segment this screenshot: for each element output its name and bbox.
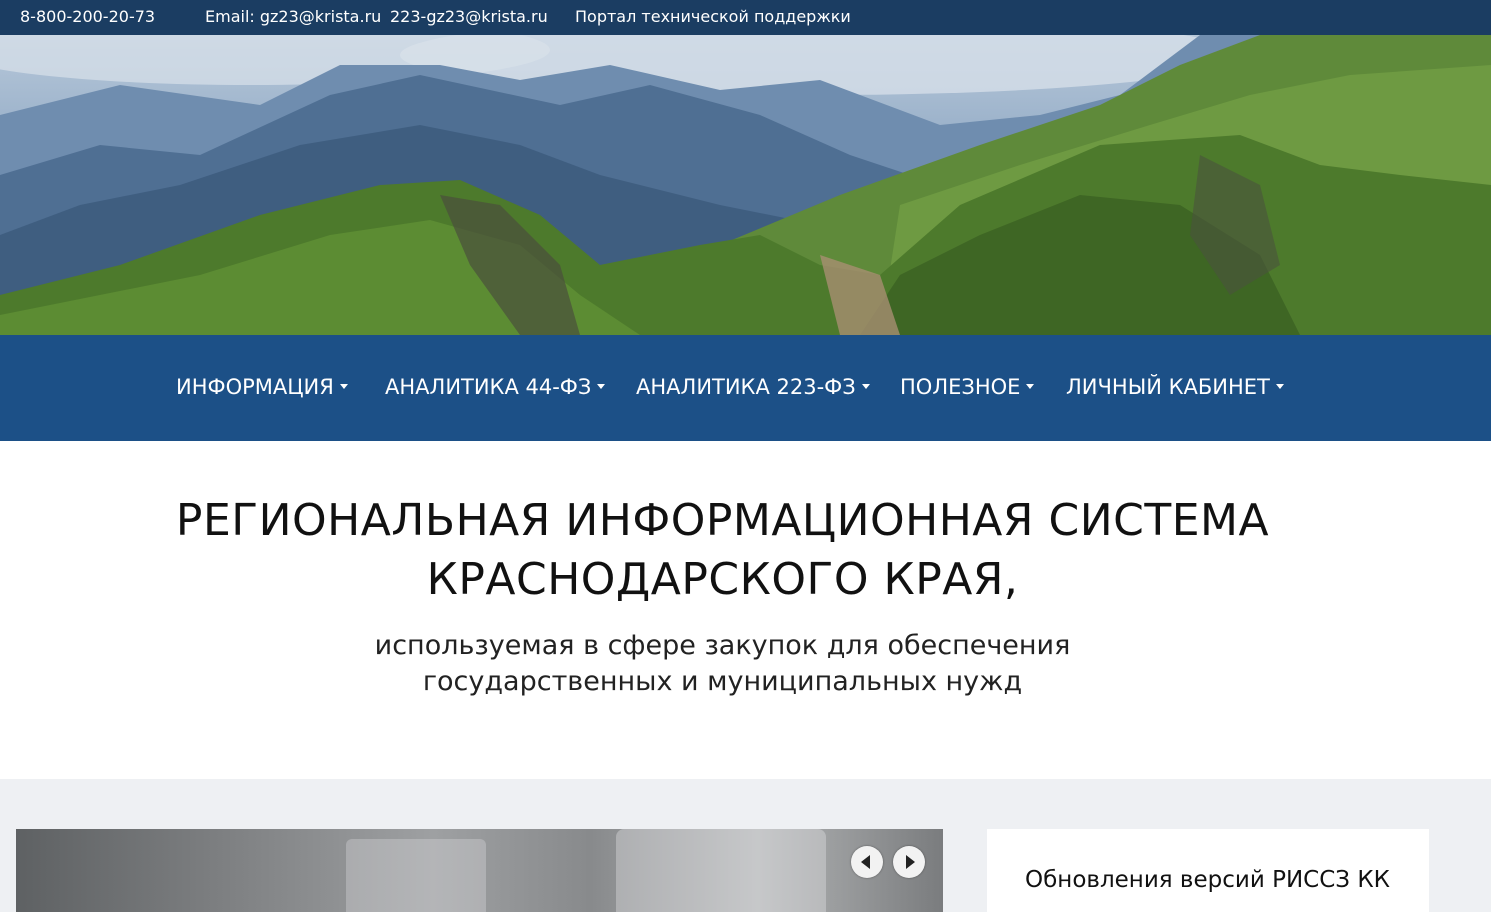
caret-down-icon [1275, 383, 1284, 389]
nav-personal-account-label: ЛИЧНЫЙ КАБИНЕТ [1066, 375, 1270, 399]
main-navigation: ИНФОРМАЦИЯ АНАЛИТИКА 44-ФЗ АНАЛИТИКА 223… [0, 335, 1491, 441]
top-contact-bar: 8-800-200-20-73 Email: gz23@krista.ru 22… [0, 0, 1491, 35]
nav-information-label: ИНФОРМАЦИЯ [176, 375, 334, 399]
caret-down-icon [1026, 383, 1035, 389]
page-title-line1: РЕГИОНАЛЬНАЯ ИНФОРМАЦИОННАЯ СИСТЕМА [175, 495, 1270, 546]
mountain-banner [0, 35, 1491, 335]
caret-down-icon [597, 383, 606, 389]
nav-analytics-223fz-label: АНАЛИТИКА 223-ФЗ [636, 375, 856, 399]
page-subtitle-line2: государственных и муниципальных нужд [422, 666, 1023, 697]
slider-prev-button[interactable] [851, 846, 883, 878]
email-secondary[interactable]: 223-gz23@krista.ru [390, 7, 548, 26]
support-portal-link[interactable]: Портал технической поддержки [575, 7, 851, 26]
slide-image-blur [616, 829, 826, 912]
nav-useful-label: ПОЛЕЗНОЕ [900, 375, 1021, 399]
mountain-landscape-image [0, 35, 1491, 335]
nav-information[interactable]: ИНФОРМАЦИЯ [176, 375, 348, 399]
chevron-left-icon [861, 855, 870, 869]
email-primary[interactable]: Email: gz23@krista.ru [205, 7, 381, 26]
nav-analytics-44fz[interactable]: АНАЛИТИКА 44-ФЗ [385, 375, 606, 399]
page-subtitle-line1: используемая в сфере закупок для обеспеч… [374, 630, 1071, 661]
caret-down-icon [339, 383, 348, 389]
caret-down-icon [861, 383, 870, 389]
chevron-right-icon [906, 855, 915, 869]
slide-image-blur [346, 839, 486, 912]
nav-analytics-223fz[interactable]: АНАЛИТИКА 223-ФЗ [636, 375, 870, 399]
page-title-line2: КРАСНОДАРСКОГО КРАЯ, [426, 554, 1019, 605]
slider-next-button[interactable] [893, 846, 925, 878]
nav-analytics-44fz-label: АНАЛИТИКА 44-ФЗ [385, 375, 592, 399]
phone-number[interactable]: 8-800-200-20-73 [20, 7, 155, 26]
nav-useful[interactable]: ПОЛЕЗНОЕ [900, 375, 1035, 399]
content-area: Обновления версий РИССЗ КК [0, 779, 1491, 912]
image-slider [16, 829, 943, 912]
hero-section: РЕГИОНАЛЬНАЯ ИНФОРМАЦИОННАЯ СИСТЕМА КРАС… [0, 441, 1491, 779]
news-card-title[interactable]: Обновления версий РИССЗ КК [1025, 867, 1390, 893]
nav-personal-account[interactable]: ЛИЧНЫЙ КАБИНЕТ [1066, 375, 1284, 399]
news-card: Обновления версий РИССЗ КК [987, 829, 1429, 912]
